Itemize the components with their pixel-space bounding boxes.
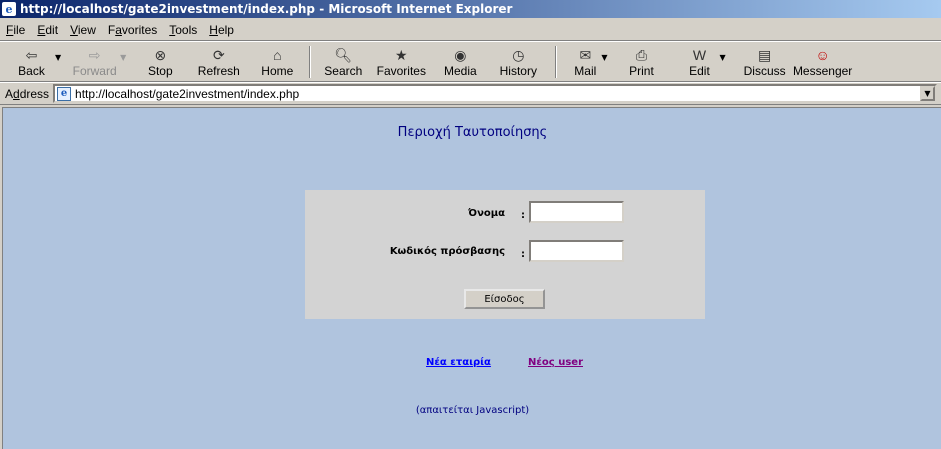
- menu-edit[interactable]: Edit: [31, 23, 64, 37]
- window-titlebar: e http://localhost/gate2investment/index…: [0, 0, 941, 18]
- home-icon: ⌂: [273, 47, 282, 63]
- forward-arrow-icon: ⇨: [88, 46, 101, 63]
- window-title: http://localhost/gate2investment/index.p…: [20, 2, 513, 16]
- forward-dropdown-icon[interactable]: ▼: [120, 53, 126, 62]
- address-input[interactable]: e http://localhost/gate2investment/index…: [53, 84, 937, 103]
- discuss-button[interactable]: ▤ Discuss: [740, 43, 790, 81]
- menu-help[interactable]: Help: [203, 23, 240, 37]
- username-colon: :: [521, 210, 525, 221]
- toolbar-separator: [309, 46, 312, 78]
- menu-view[interactable]: View: [64, 23, 102, 37]
- stop-button[interactable]: ⊗ Stop: [134, 43, 186, 81]
- forward-button[interactable]: ⇨ Forward: [67, 43, 122, 81]
- new-company-link[interactable]: Νέα εταιρία: [426, 357, 491, 368]
- ie-logo-icon: e: [2, 2, 16, 16]
- print-button[interactable]: ⎙ Print: [621, 43, 661, 81]
- edit-document-icon: W: [692, 47, 707, 63]
- page-icon: e: [57, 86, 72, 101]
- home-button[interactable]: ⌂ Home: [251, 43, 303, 81]
- login-form: Όνομα : Κωδικός πρόσβασης : Είσοδος: [305, 190, 705, 319]
- username-label: Όνομα: [468, 208, 505, 219]
- menu-favorites[interactable]: Favorites: [102, 23, 163, 37]
- refresh-button[interactable]: ⟳ Refresh: [186, 43, 251, 81]
- address-url[interactable]: http://localhost/gate2investment/index.p…: [75, 87, 299, 101]
- password-input[interactable]: [529, 240, 624, 262]
- media-icon: ◉: [454, 46, 467, 63]
- discuss-icon: ▤: [758, 46, 772, 63]
- mail-icon: ✉: [579, 46, 592, 63]
- edit-button[interactable]: W Edit: [661, 43, 737, 81]
- media-button[interactable]: ◉ Media: [433, 43, 487, 81]
- mail-dropdown-icon[interactable]: ▼: [601, 53, 607, 62]
- login-button[interactable]: Είσοδος: [464, 289, 545, 309]
- javascript-required-note: (απαιτείται Javascript): [415, 405, 530, 416]
- edit-dropdown-icon[interactable]: ▼: [719, 53, 725, 62]
- mail-button[interactable]: ✉ Mail: [563, 43, 607, 81]
- address-label: Address: [5, 86, 50, 101]
- refresh-icon: ⟳: [212, 46, 225, 63]
- menu-file[interactable]: File: [0, 23, 31, 37]
- toolbar-separator: [555, 46, 558, 78]
- menu-tools[interactable]: Tools: [163, 23, 203, 37]
- history-button[interactable]: ◷ History: [487, 43, 549, 81]
- standard-toolbar: ⇦ Back ▼ ⇨ Forward ▼ ⊗ Stop ⟳ Refresh ⌂ …: [0, 43, 941, 82]
- favorites-button[interactable]: ★ Favorites: [369, 43, 433, 81]
- menu-bar: File Edit View Favorites Tools Help: [0, 19, 941, 41]
- stop-icon: ⊗: [154, 46, 167, 63]
- back-button[interactable]: ⇦ Back: [4, 43, 59, 81]
- search-button[interactable]: 🔍︎ Search: [317, 43, 369, 81]
- new-user-link[interactable]: Νέος user: [528, 357, 583, 368]
- messenger-icon: ☺: [815, 47, 830, 63]
- back-arrow-icon: ⇦: [25, 46, 38, 63]
- password-colon: :: [521, 249, 525, 260]
- address-bar: Address e http://localhost/gate2investme…: [0, 83, 941, 105]
- favorites-icon: ★: [395, 46, 408, 63]
- address-dropdown-icon[interactable]: ▼: [920, 86, 935, 101]
- messenger-button[interactable]: ☺ Messenger: [790, 43, 856, 81]
- history-icon: ◷: [512, 46, 525, 63]
- page-title: Περιοχή Ταυτοποίησης: [397, 125, 548, 140]
- password-label: Κωδικός πρόσβασης: [389, 246, 505, 257]
- printer-icon: ⎙: [635, 46, 648, 63]
- page-content: Περιοχή Ταυτοποίησης Όνομα : Κωδικός πρό…: [2, 107, 941, 449]
- search-icon: 🔍︎: [334, 46, 353, 63]
- username-input[interactable]: [529, 201, 624, 223]
- back-dropdown-icon[interactable]: ▼: [55, 53, 61, 62]
